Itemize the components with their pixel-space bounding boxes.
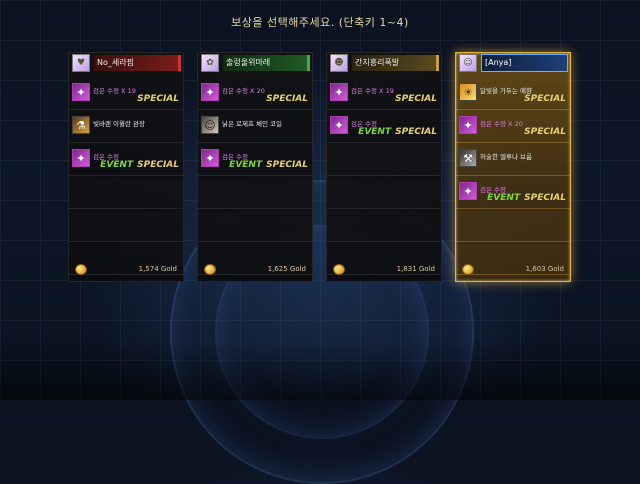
reward-slots: ✦ 검은 수정 X 19 SPECIAL ✦ 검은 수정 EVENT SPECIAL	[327, 79, 441, 277]
gold-reward: 1,625 Gold	[198, 263, 312, 277]
item-name: 검은 수정 X 19	[93, 87, 136, 95]
item-tags: SPECIAL	[137, 94, 179, 104]
special-tag: SPECIAL	[524, 94, 566, 104]
gold-coin-icon	[462, 264, 474, 275]
reward-panel-3[interactable]: ☻ 간지흥리폭발 ✦ 검은 수정 X 19 SPECIAL ✦ 검은 수정 EVENT SPEC…	[326, 52, 442, 282]
reward-item[interactable]: ✦ 검은 수정 EVENT SPECIAL	[327, 112, 441, 143]
empty-slot	[69, 178, 183, 209]
gold-reward: 1,831 Gold	[327, 263, 441, 277]
item-tags: EVENT SPECIAL	[358, 127, 437, 137]
reward-item[interactable]: ☺ 낡은 로제프 체인 코일	[198, 112, 312, 143]
reward-slots: ☀ 달빛을 가두는 예향 SPECIAL ✦ 검은 수정 X 20 SPECIAL ⚒ 허술한…	[456, 79, 570, 277]
player-header: ☻ 간지흥리폭발	[327, 53, 441, 73]
reward-title: 보상을 선택해주세요. (단축키 1~4)	[231, 16, 409, 29]
empty-slot	[327, 145, 441, 176]
player-avatar-icon: ☻	[330, 54, 348, 72]
reward-panel-2[interactable]: ✿ 출렁울위마레 ✦ 검은 수정 X 20 SPECIAL ☺ 낡은 로제프 체인 코일 ✦ 검…	[197, 52, 313, 282]
special-tag: SPECIAL	[395, 94, 437, 104]
reward-item[interactable]: ☀ 달빛을 가두는 예향 SPECIAL	[456, 79, 570, 110]
event-tag: EVENT	[229, 160, 263, 170]
gold-amount: 1,574 Gold	[138, 265, 177, 273]
event-tag: EVENT	[487, 193, 521, 203]
item-name: 검은 수정 X 20	[480, 120, 523, 128]
gold-amount: 1,625 Gold	[267, 265, 306, 273]
reward-panel-1[interactable]: ♥ No_세라핌 ✦ 검은 수정 X 19 SPECIAL ⚗ 빛바랜 이월란 완장 ✦ 검은 …	[68, 52, 184, 282]
crystal-icon: ✦	[330, 116, 348, 134]
item-tags: EVENT SPECIAL	[487, 193, 566, 203]
player-name: 출렁울위마레	[223, 55, 310, 71]
reward-item[interactable]: ✦ 검은 수정 X 20 SPECIAL	[456, 112, 570, 143]
reward-item[interactable]: ✦ 검은 수정 EVENT SPECIAL	[198, 145, 312, 176]
gold-amount: 1,603 Gold	[525, 265, 564, 273]
special-tag: SPECIAL	[524, 193, 566, 203]
potion-icon: ⚗	[72, 116, 90, 134]
empty-slot	[198, 211, 312, 242]
item-tags: EVENT SPECIAL	[100, 160, 179, 170]
reward-panel-4[interactable]: ☺ [Anya] ☀ 달빛을 가두는 예향 SPECIAL ✦ 검은 수정 X 20 SPEC…	[455, 52, 571, 282]
background-bottom-bar	[0, 340, 640, 400]
player-name: No_세라핌	[94, 55, 181, 71]
crystal-icon: ✦	[201, 83, 219, 101]
item-name: 허술한 엘루나 브룸	[480, 153, 532, 161]
special-tag: SPECIAL	[266, 94, 308, 104]
special-tag: SPECIAL	[137, 94, 179, 104]
crystal-icon: ✦	[459, 182, 477, 200]
pot-icon: ☀	[459, 83, 477, 101]
item-name: 빛바랜 이월란 완장	[93, 120, 145, 128]
reward-item[interactable]: ✦ 검은 수정 X 20 SPECIAL	[198, 79, 312, 110]
item-name: 검은 수정 X 20	[222, 87, 265, 95]
gold-coin-icon	[75, 264, 87, 275]
empty-slot	[198, 178, 312, 209]
reward-item[interactable]: ⚒ 허술한 엘루나 브룸	[456, 145, 570, 176]
empty-slot	[327, 178, 441, 209]
special-tag: SPECIAL	[266, 160, 308, 170]
item-tags: SPECIAL	[524, 94, 566, 104]
reward-slots: ✦ 검은 수정 X 20 SPECIAL ☺ 낡은 로제프 체인 코일 ✦ 검은 수정 EVE…	[198, 79, 312, 277]
empty-slot	[327, 211, 441, 242]
player-header: ✿ 출렁울위마레	[198, 53, 312, 73]
empty-slot	[456, 211, 570, 242]
reward-item[interactable]: ⚗ 빛바랜 이월란 완장	[69, 112, 183, 143]
crystal-icon: ✦	[72, 83, 90, 101]
empty-slot	[69, 211, 183, 242]
crystal-icon: ✦	[72, 149, 90, 167]
reward-slots: ✦ 검은 수정 X 19 SPECIAL ⚗ 빛바랜 이월란 완장 ✦ 검은 수정 EVENT…	[69, 79, 183, 277]
event-tag: EVENT	[358, 127, 392, 137]
item-tags: EVENT SPECIAL	[229, 160, 308, 170]
crystal-icon: ✦	[459, 116, 477, 134]
special-tag: SPECIAL	[395, 127, 437, 137]
crystal-icon: ✦	[201, 149, 219, 167]
crystal-icon: ✦	[330, 83, 348, 101]
broom-icon: ⚒	[459, 149, 477, 167]
reward-item[interactable]: ✦ 검은 수정 EVENT SPECIAL	[69, 145, 183, 176]
special-tag: SPECIAL	[524, 127, 566, 137]
character-icon: ☺	[201, 116, 219, 134]
item-name: 검은 수정 X 19	[351, 87, 394, 95]
player-avatar-icon: ✿	[201, 54, 219, 72]
player-header: ♥ No_세라핌	[69, 53, 183, 73]
item-tags: SPECIAL	[395, 94, 437, 104]
player-header: ☺ [Anya]	[456, 53, 570, 73]
item-tags: SPECIAL	[524, 127, 566, 137]
player-avatar-icon: ♥	[72, 54, 90, 72]
player-name: [Anya]	[481, 54, 568, 72]
gold-reward: 1,603 Gold	[456, 263, 570, 277]
item-tags: SPECIAL	[266, 94, 308, 104]
reward-item[interactable]: ✦ 검은 수정 X 19 SPECIAL	[69, 79, 183, 110]
special-tag: SPECIAL	[137, 160, 179, 170]
event-tag: EVENT	[100, 160, 134, 170]
player-avatar-icon: ☺	[459, 54, 477, 72]
gold-coin-icon	[333, 264, 345, 275]
gold-coin-icon	[204, 264, 216, 275]
reward-item[interactable]: ✦ 검은 수정 EVENT SPECIAL	[456, 178, 570, 209]
reward-item[interactable]: ✦ 검은 수정 X 19 SPECIAL	[327, 79, 441, 110]
player-name: 간지흥리폭발	[352, 55, 439, 71]
gold-reward: 1,574 Gold	[69, 263, 183, 277]
gold-amount: 1,831 Gold	[396, 265, 435, 273]
item-name: 낡은 로제프 체인 코일	[222, 120, 283, 128]
